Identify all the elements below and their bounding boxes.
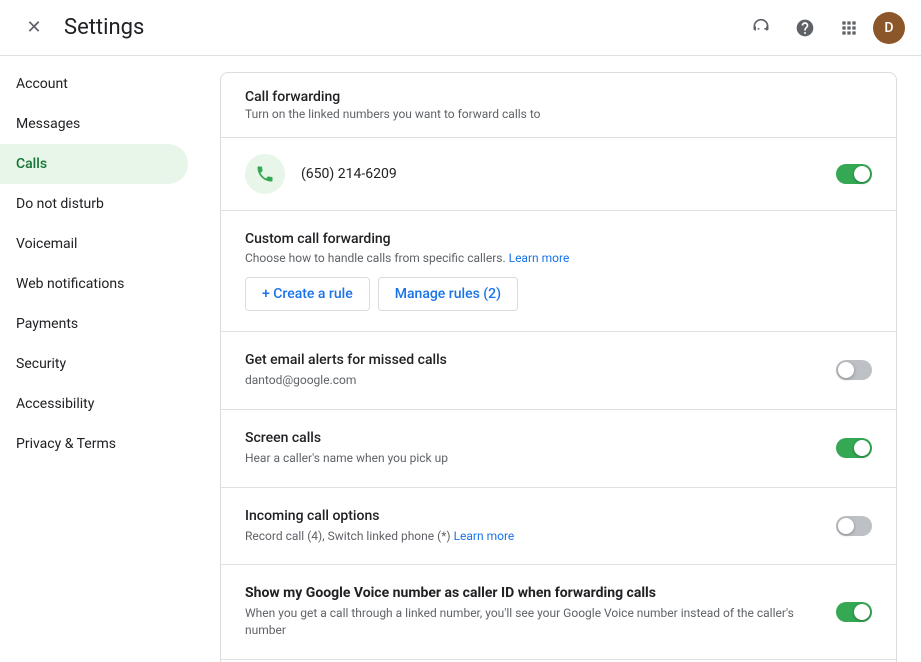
- toggle-track: [836, 164, 872, 184]
- sidebar-item-do-not-disturb[interactable]: Do not disturb: [0, 184, 188, 224]
- email-alerts-row: Get email alerts for missed calls dantod…: [221, 332, 896, 410]
- toggle-track: [836, 516, 872, 536]
- headset-icon: [751, 18, 771, 38]
- email-alerts-toggle[interactable]: [836, 360, 872, 380]
- phone-forward-toggle[interactable]: [836, 164, 872, 184]
- help-button[interactable]: [785, 8, 825, 48]
- apps-button[interactable]: [829, 8, 869, 48]
- caller-id-row: Show my Google Voice number as caller ID…: [221, 565, 896, 660]
- incoming-call-options-learn-more[interactable]: Learn more: [454, 529, 515, 543]
- header-icons: D: [741, 8, 905, 48]
- sidebar: Account Messages Calls Do not disturb Vo…: [0, 56, 196, 662]
- call-forwarding-title: Call forwarding: [245, 89, 872, 105]
- toggle-thumb: [838, 518, 854, 534]
- header-left: ✕ Settings: [16, 10, 741, 46]
- caller-id-title: Show my Google Voice number as caller ID…: [245, 585, 812, 601]
- sidebar-item-calls[interactable]: Calls: [0, 144, 188, 184]
- custom-cf-desc: Choose how to handle calls from specific…: [245, 251, 872, 265]
- call-forwarding-section: Call forwarding Turn on the linked numbe…: [220, 72, 897, 662]
- call-forwarding-header: Call forwarding Turn on the linked numbe…: [221, 73, 896, 138]
- phone-icon: [255, 164, 275, 184]
- create-rule-button[interactable]: + Create a rule: [245, 277, 370, 311]
- screen-calls-title: Screen calls: [245, 430, 812, 446]
- custom-cf-buttons: + Create a rule Manage rules (2): [245, 277, 872, 311]
- incoming-call-options-title: Incoming call options: [245, 508, 812, 524]
- incoming-call-options-desc: Record call (4), Switch linked phone (*)…: [245, 528, 812, 545]
- incoming-call-options-desc-text: Record call (4), Switch linked phone (*): [245, 529, 451, 543]
- screen-calls-desc: Hear a caller's name when you pick up: [245, 450, 812, 467]
- phone-left: (650) 214-6209: [245, 154, 397, 194]
- custom-call-forwarding-row: Custom call forwarding Choose how to han…: [221, 211, 896, 332]
- sidebar-item-payments[interactable]: Payments: [0, 304, 188, 344]
- incoming-call-options-toggle[interactable]: [836, 516, 872, 536]
- screen-calls-info: Screen calls Hear a caller's name when y…: [245, 430, 836, 467]
- custom-cf-desc-text: Choose how to handle calls from specific…: [245, 251, 506, 265]
- email-alerts-title: Get email alerts for missed calls: [245, 352, 812, 368]
- avatar[interactable]: D: [873, 12, 905, 44]
- close-button[interactable]: ✕: [16, 10, 52, 46]
- content-area: Call forwarding Turn on the linked numbe…: [196, 56, 921, 662]
- main-layout: Account Messages Calls Do not disturb Vo…: [0, 56, 921, 662]
- headset-button[interactable]: [741, 8, 781, 48]
- caller-id-desc: When you get a call through a linked num…: [245, 605, 812, 639]
- phone-number-text: (650) 214-6209: [301, 166, 397, 182]
- manage-rules-button[interactable]: Manage rules (2): [378, 277, 518, 311]
- caller-id-toggle[interactable]: [836, 602, 872, 622]
- phone-icon-circle: [245, 154, 285, 194]
- call-forwarding-desc: Turn on the linked numbers you want to f…: [245, 107, 872, 121]
- sidebar-item-voicemail[interactable]: Voicemail: [0, 224, 188, 264]
- toggle-track: [836, 360, 872, 380]
- incoming-call-options-info: Incoming call options Record call (4), S…: [245, 508, 836, 545]
- toggle-track: [836, 602, 872, 622]
- custom-cf-title: Custom call forwarding: [245, 231, 872, 247]
- phone-number-row: (650) 214-6209: [221, 138, 896, 211]
- content-inner: Call forwarding Turn on the linked numbe…: [196, 72, 921, 662]
- apps-icon: [839, 18, 859, 38]
- custom-cf-learn-more[interactable]: Learn more: [509, 251, 570, 265]
- screen-calls-row: Screen calls Hear a caller's name when y…: [221, 410, 896, 488]
- email-alerts-email: dantod@google.com: [245, 372, 812, 389]
- sidebar-item-accessibility[interactable]: Accessibility: [0, 384, 188, 424]
- screen-calls-toggle[interactable]: [836, 438, 872, 458]
- sidebar-item-security[interactable]: Security: [0, 344, 188, 384]
- caller-id-info: Show my Google Voice number as caller ID…: [245, 585, 836, 639]
- toggle-thumb: [854, 166, 870, 182]
- toggle-thumb: [854, 604, 870, 620]
- sidebar-item-messages[interactable]: Messages: [0, 104, 188, 144]
- toggle-thumb: [838, 362, 854, 378]
- sidebar-item-privacy-terms[interactable]: Privacy & Terms: [0, 424, 188, 464]
- header: ✕ Settings D: [0, 0, 921, 56]
- help-icon: [795, 18, 815, 38]
- email-alerts-info: Get email alerts for missed calls dantod…: [245, 352, 836, 389]
- toggle-track: [836, 438, 872, 458]
- custom-cf-top: Custom call forwarding Choose how to han…: [245, 231, 872, 265]
- sidebar-item-web-notifications[interactable]: Web notifications: [0, 264, 188, 304]
- close-icon: ✕: [26, 17, 41, 38]
- toggle-thumb: [854, 440, 870, 456]
- incoming-call-options-row: Incoming call options Record call (4), S…: [221, 488, 896, 566]
- header-title: Settings: [64, 15, 144, 40]
- sidebar-item-account[interactable]: Account: [0, 64, 188, 104]
